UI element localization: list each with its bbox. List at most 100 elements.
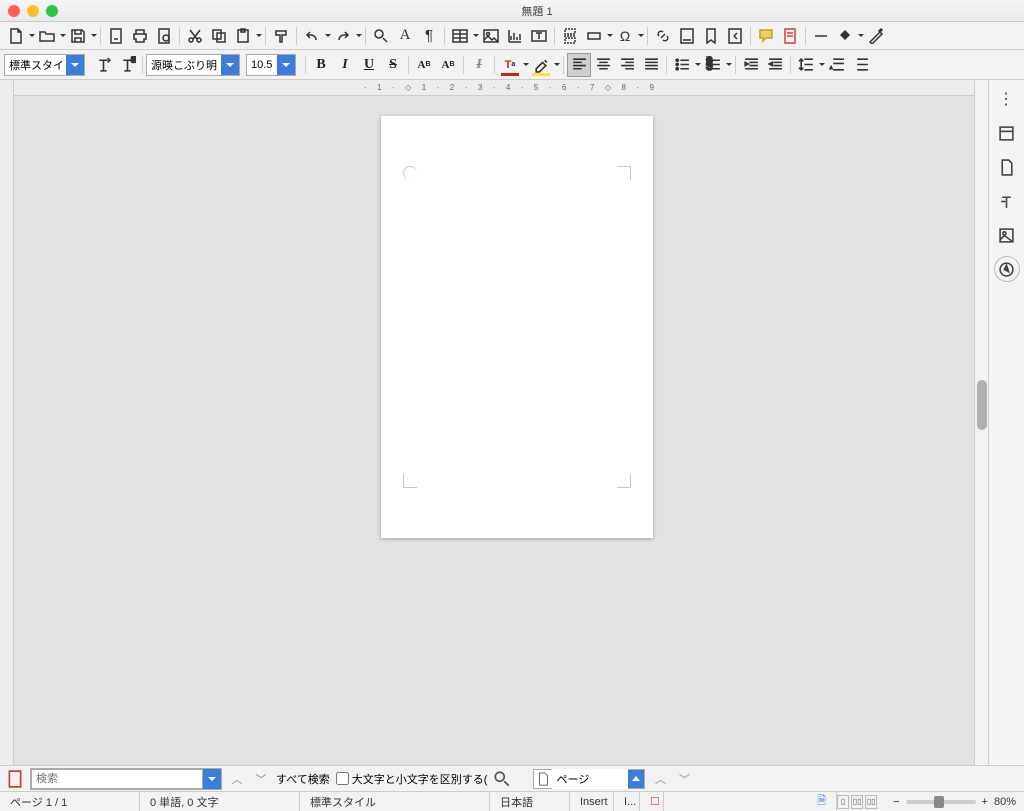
update-style-icon[interactable] (91, 53, 115, 77)
horizontal-ruler[interactable]: ·1·◇1·2·3·4·5·6·7◇8·9 (14, 80, 974, 96)
font-name-combo[interactable] (146, 54, 240, 76)
insert-table-icon[interactable] (448, 24, 472, 48)
line-spacing-dropdown[interactable] (818, 53, 825, 77)
insert-image-icon[interactable] (479, 24, 503, 48)
align-justify-icon[interactable] (639, 53, 663, 77)
status-save-icon[interactable]: 🗎 (807, 792, 837, 811)
highlight-color-dropdown[interactable] (553, 53, 560, 77)
insert-comment-icon[interactable] (754, 24, 778, 48)
save-document-dropdown[interactable] (90, 24, 97, 48)
insert-hyperlink-icon[interactable] (651, 24, 675, 48)
multi-page-view-icon[interactable]: ▯▯ (851, 795, 863, 809)
insert-field-icon[interactable] (582, 24, 606, 48)
find-next-icon[interactable]: ﹀ (252, 770, 270, 788)
match-case-checkbox[interactable]: 大文字と小文字を区別する( (336, 771, 488, 787)
status-selection-mode[interactable]: I... (614, 792, 640, 811)
paste-icon[interactable] (231, 24, 255, 48)
show-draw-functions-icon[interactable] (864, 24, 888, 48)
increase-indent-icon[interactable] (739, 53, 763, 77)
navigate-by-dropdown-button[interactable] (628, 770, 644, 788)
page[interactable] (381, 116, 653, 538)
open-document-icon[interactable] (35, 24, 59, 48)
bold-icon[interactable]: B (309, 53, 333, 77)
align-center-icon[interactable] (591, 53, 615, 77)
redo-icon[interactable] (331, 24, 355, 48)
sidebar-menu-icon[interactable]: ⋮ (994, 86, 1020, 112)
paste-dropdown[interactable] (255, 24, 262, 48)
italic-icon[interactable]: I (333, 53, 357, 77)
insert-footnote-icon[interactable] (675, 24, 699, 48)
underline-icon[interactable]: U (357, 53, 381, 77)
zoom-level[interactable]: 80% (994, 796, 1016, 808)
paragraph-style-dropdown-button[interactable] (66, 55, 84, 75)
status-page[interactable]: ページ 1 / 1 (0, 792, 140, 811)
zoom-slider[interactable] (906, 800, 976, 804)
open-document-dropdown[interactable] (59, 24, 66, 48)
find-dropdown-button[interactable] (203, 769, 221, 789)
insert-cross-ref-icon[interactable] (723, 24, 747, 48)
print-icon[interactable] (128, 24, 152, 48)
insert-line-icon[interactable] (809, 24, 833, 48)
gallery-panel-icon[interactable] (994, 222, 1020, 248)
scrollbar-thumb[interactable] (977, 380, 987, 430)
export-pdf-icon[interactable] (104, 24, 128, 48)
increase-para-spacing-icon[interactable] (825, 53, 849, 77)
line-spacing-icon[interactable] (794, 53, 818, 77)
decrease-indent-icon[interactable] (763, 53, 787, 77)
subscript-icon[interactable]: AB (436, 53, 460, 77)
clear-formatting-icon[interactable]: I (467, 53, 491, 77)
find-options-icon[interactable] (493, 770, 511, 788)
status-insert-mode[interactable]: Insert (570, 792, 614, 811)
status-page-style[interactable]: 標準スタイル (300, 792, 490, 811)
new-document-dropdown[interactable] (28, 24, 35, 48)
find-input[interactable] (31, 769, 203, 789)
undo-icon[interactable] (300, 24, 324, 48)
navigator-panel-icon[interactable] (994, 256, 1020, 282)
status-word-count[interactable]: 0 単語, 0 文字 (140, 792, 300, 811)
basic-shapes-icon[interactable] (833, 24, 857, 48)
font-color-dropdown[interactable] (522, 53, 529, 77)
zoom-window-button[interactable] (46, 5, 58, 17)
print-preview-icon[interactable] (152, 24, 176, 48)
zoom-slider-thumb[interactable] (934, 796, 944, 808)
new-style-icon[interactable]: a (115, 53, 139, 77)
styles-panel-icon[interactable] (994, 188, 1020, 214)
insert-chart-icon[interactable] (503, 24, 527, 48)
find-prev-icon[interactable]: ︿ (228, 770, 246, 788)
properties-panel-icon[interactable] (994, 120, 1020, 146)
find-all-button[interactable]: すべて検索 (276, 771, 330, 787)
insert-page-break-icon[interactable] (558, 24, 582, 48)
insert-special-char-icon[interactable]: Ω (613, 24, 637, 48)
minimize-window-button[interactable] (27, 5, 39, 17)
superscript-icon[interactable]: AB (412, 53, 436, 77)
number-list-dropdown[interactable] (725, 53, 732, 77)
close-window-button[interactable] (8, 5, 20, 17)
font-name-input[interactable] (147, 55, 221, 75)
redo-dropdown[interactable] (355, 24, 362, 48)
nav-next-icon[interactable]: ﹀ (675, 770, 693, 788)
nav-prev-icon[interactable]: ︿ (651, 770, 669, 788)
basic-shapes-dropdown[interactable] (857, 24, 864, 48)
status-language[interactable]: 日本語 (490, 792, 570, 811)
single-page-view-icon[interactable]: ▯ (837, 795, 849, 809)
align-right-icon[interactable] (615, 53, 639, 77)
paragraph-style-input[interactable] (5, 55, 66, 75)
font-size-combo[interactable] (246, 54, 296, 76)
match-case-input[interactable] (336, 772, 349, 785)
paragraph-style-combo[interactable] (4, 54, 85, 76)
copy-icon[interactable] (207, 24, 231, 48)
page-panel-icon[interactable] (994, 154, 1020, 180)
insert-table-dropdown[interactable] (472, 24, 479, 48)
new-document-icon[interactable] (4, 24, 28, 48)
spellcheck-icon[interactable]: A (393, 24, 417, 48)
undo-dropdown[interactable] (324, 24, 331, 48)
align-left-icon[interactable] (567, 53, 591, 77)
navigate-by-input[interactable] (552, 769, 628, 789)
bullet-list-icon[interactable] (670, 53, 694, 77)
navigate-by-combo[interactable] (533, 769, 645, 789)
formatting-marks-icon[interactable]: ¶ (417, 24, 441, 48)
track-changes-icon[interactable] (778, 24, 802, 48)
decrease-para-spacing-icon[interactable] (849, 53, 873, 77)
vertical-ruler[interactable] (0, 80, 14, 765)
zoom-out-button[interactable]: − (893, 796, 899, 808)
